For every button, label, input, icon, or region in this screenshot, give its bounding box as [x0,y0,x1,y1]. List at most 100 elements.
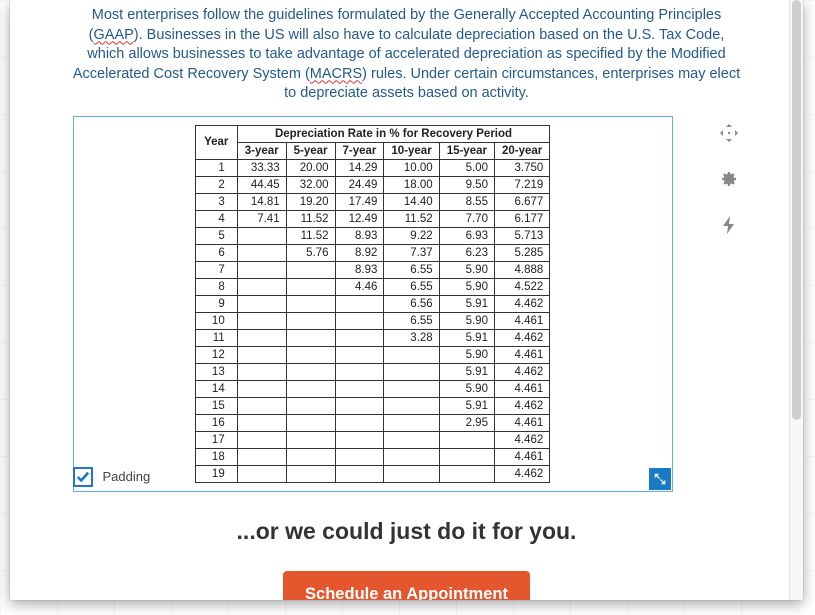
year-cell: 4 [195,210,237,227]
padding-label: Padding [103,469,151,484]
data-cell [237,278,286,295]
year-cell: 3 [195,193,237,210]
settings-button[interactable] [712,162,746,196]
data-cell: 5.91 [439,397,494,414]
data-cell [384,448,439,465]
data-cell [286,312,335,329]
padding-checkbox[interactable] [73,467,93,487]
data-cell: 7.37 [384,244,439,261]
data-cell [335,414,384,431]
data-cell [286,414,335,431]
data-cell [335,380,384,397]
cta-heading: ...or we could just do it for you. [10,518,803,545]
col-7yr: 7-year [335,142,384,159]
data-cell: 11.52 [384,210,439,227]
data-cell [335,397,384,414]
table-row: 314.8119.2017.4914.408.556.677 [195,193,550,210]
intro-squiggle-macrs: MACRS [310,66,362,82]
data-cell [237,380,286,397]
data-cell [237,414,286,431]
data-cell: 3.750 [494,159,549,176]
data-cell: 20.00 [286,159,335,176]
data-cell: 11.52 [286,227,335,244]
data-cell: 33.33 [237,159,286,176]
table-row: 174.462 [195,431,550,448]
col-5yr: 5-year [286,142,335,159]
data-cell: 4.461 [494,414,549,431]
data-cell: 4.461 [494,312,549,329]
data-cell: 5.285 [494,244,549,261]
data-cell [286,346,335,363]
schedule-appointment-button[interactable]: Schedule an Appointment [283,571,530,600]
data-cell: 12.49 [335,210,384,227]
data-cell: 9.22 [384,227,439,244]
table-col-headers: 3-year 5-year 7-year 10-year 15-year 20-… [195,142,550,159]
data-cell: 4.522 [494,278,549,295]
data-cell: 8.93 [335,227,384,244]
data-cell [237,227,286,244]
data-cell [237,346,286,363]
move-block-button[interactable] [712,116,746,150]
data-cell [237,295,286,312]
data-cell: 7.41 [237,210,286,227]
data-cell: 6.56 [384,295,439,312]
data-cell: 4.462 [494,431,549,448]
data-cell: 4.461 [494,380,549,397]
data-cell: 6.55 [384,278,439,295]
move-icon [719,123,739,143]
table-row: 84.466.555.904.522 [195,278,550,295]
table-row: 194.462 [195,465,550,482]
data-cell [335,448,384,465]
col-15yr: 15-year [439,142,494,159]
data-cell: 8.93 [335,261,384,278]
data-cell: 6.55 [384,312,439,329]
data-cell: 14.29 [335,159,384,176]
year-cell: 5 [195,227,237,244]
data-cell: 6.55 [384,261,439,278]
resize-handle[interactable] [649,468,671,490]
editor-wrap: Year Depreciation Rate in % for Recovery… [62,116,752,492]
data-cell: 5.90 [439,312,494,329]
table-row: 162.954.461 [195,414,550,431]
data-cell: 24.49 [335,176,384,193]
data-cell [286,397,335,414]
data-cell [384,380,439,397]
data-cell: 4.462 [494,465,549,482]
year-cell: 7 [195,261,237,278]
year-cell: 2 [195,176,237,193]
data-cell [237,363,286,380]
data-cell [286,431,335,448]
check-icon [76,470,90,484]
data-cell [439,448,494,465]
padding-toggle[interactable]: Padding [73,467,151,487]
vertical-scrollbar[interactable] [789,0,803,600]
bolt-icon [719,215,739,235]
year-cell: 10 [195,312,237,329]
intro-paragraph: Most enterprises follow the guidelines f… [10,0,803,116]
data-cell [286,380,335,397]
data-cell: 5.76 [286,244,335,261]
table-row: 125.904.461 [195,346,550,363]
data-cell [384,414,439,431]
data-cell: 11.52 [286,210,335,227]
data-cell: 14.40 [384,193,439,210]
year-cell: 9 [195,295,237,312]
data-cell: 5.90 [439,380,494,397]
table-editor-block[interactable]: Year Depreciation Rate in % for Recovery… [73,116,673,492]
year-cell: 18 [195,448,237,465]
data-cell: 5.90 [439,261,494,278]
data-cell: 3.28 [384,329,439,346]
data-cell: 5.90 [439,278,494,295]
data-cell [439,465,494,482]
data-cell: 4.462 [494,295,549,312]
data-cell: 4.461 [494,346,549,363]
data-cell: 8.55 [439,193,494,210]
data-cell [286,278,335,295]
data-cell [286,329,335,346]
col-20yr: 20-year [494,142,549,159]
data-cell: 5.91 [439,295,494,312]
data-cell [384,346,439,363]
scrollbar-thumb[interactable] [792,0,801,420]
data-cell: 9.50 [439,176,494,193]
flash-button[interactable] [712,208,746,242]
